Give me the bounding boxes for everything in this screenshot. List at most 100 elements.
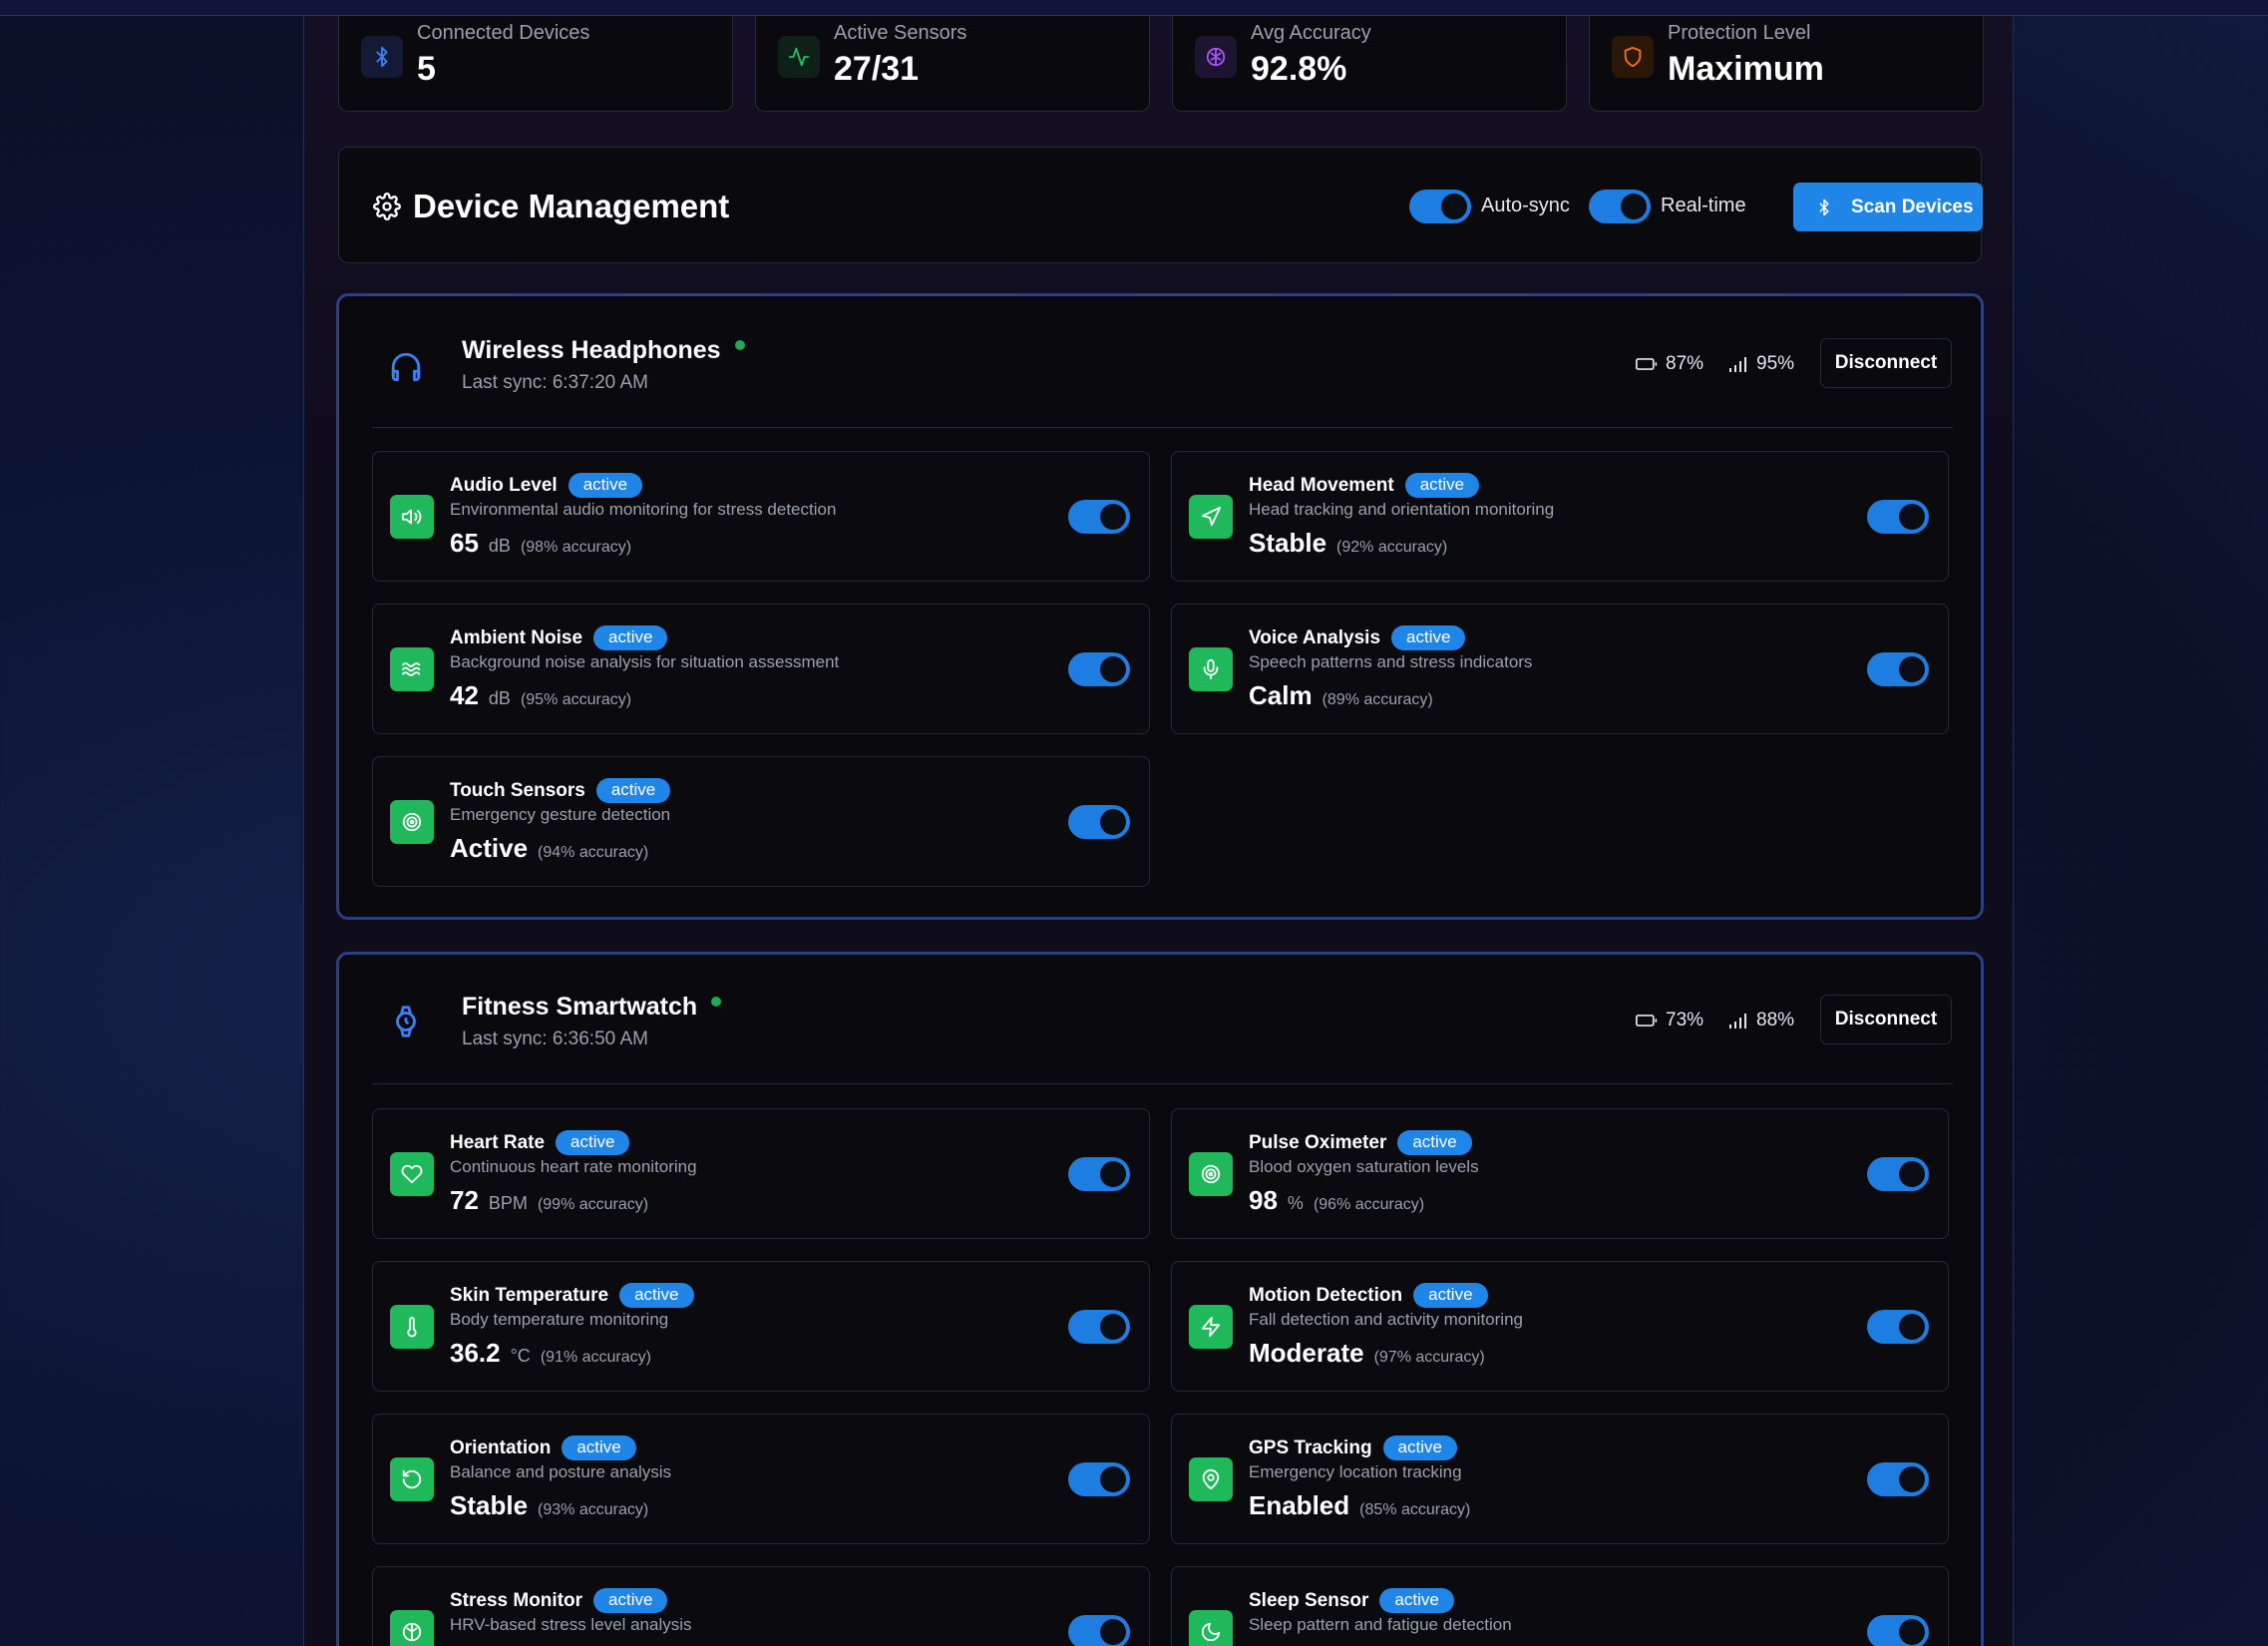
stat-value: 5: [417, 50, 436, 88]
sensor-description: Environmental audio monitoring for stres…: [450, 500, 837, 519]
status-badge: active: [1413, 1283, 1488, 1308]
sensor-accuracy: (92% accuracy): [1336, 539, 1448, 556]
bluetooth-icon: [361, 36, 403, 78]
sensor-value: Calm: [1249, 680, 1313, 710]
sensor-value: 36.2: [450, 1338, 501, 1368]
sensor-description: Body temperature monitoring: [450, 1310, 669, 1329]
target-icon: [390, 800, 434, 844]
sensor-toggle[interactable]: [1068, 1615, 1130, 1646]
scan-devices-button[interactable]: Scan Devices: [1793, 183, 1983, 231]
sensor-name: Heart Rate active: [450, 1130, 630, 1155]
sensor-value: 42: [450, 680, 479, 710]
sensor-description: Sleep pattern and fatigue detection: [1249, 1615, 1512, 1634]
sensor-toggle[interactable]: [1867, 1615, 1929, 1646]
sensor-toggle[interactable]: [1867, 1310, 1929, 1344]
sensor-name: Stress Monitor active: [450, 1588, 668, 1613]
sensor-name: Audio Level active: [450, 473, 643, 498]
signal-indicator: 88%: [1728, 1010, 1794, 1031]
device-card-headphones: Wireless Headphones Last sync: 6:37:20 A…: [336, 293, 1984, 920]
activity-icon: [778, 36, 820, 78]
stat-value: 92.8%: [1251, 50, 1347, 88]
sensor-accuracy: (96% accuracy): [1313, 1196, 1425, 1213]
sensor-toggle[interactable]: [1867, 652, 1929, 686]
sensor-card: Touch Sensors active Emergency gesture de…: [372, 756, 1150, 887]
stat-avg-accuracy: Avg Accuracy 92.8%: [1172, 16, 1567, 112]
sensor-card: Stress Monitor active HRV-based stress le…: [372, 1566, 1150, 1646]
status-badge: active: [593, 1588, 668, 1613]
device-name: Wireless Headphones: [462, 336, 745, 365]
navigation-icon: [1189, 495, 1233, 539]
realtime-toggle[interactable]: [1589, 190, 1651, 223]
sensor-name-text: GPS Tracking: [1249, 1437, 1372, 1458]
sensor-accuracy: (95% accuracy): [520, 691, 632, 708]
sensor-accuracy: (98% accuracy): [520, 539, 632, 556]
battery-icon: [1636, 358, 1658, 370]
watch-icon: [396, 1006, 416, 1037]
divider: [372, 1083, 1953, 1084]
stat-value: Maximum: [1668, 50, 1824, 88]
sensor-toggle[interactable]: [1867, 1462, 1929, 1496]
status-badge: active: [562, 1436, 636, 1460]
sensor-card: Ambient Noise active Background noise ana…: [372, 604, 1150, 734]
sensor-name-text: Skin Temperature: [450, 1284, 609, 1306]
auto-sync-toggle[interactable]: [1409, 190, 1471, 223]
status-badge: active: [556, 1130, 630, 1155]
sensor-accuracy: (99% accuracy): [537, 1196, 649, 1213]
shield-icon: [1612, 36, 1654, 78]
sensor-toggle[interactable]: [1867, 500, 1929, 534]
thermometer-icon: [390, 1305, 434, 1349]
rotate-icon: [390, 1457, 434, 1501]
sensor-name: Ambient Noise active: [450, 625, 668, 650]
sensor-toggle[interactable]: [1068, 1310, 1130, 1344]
sensor-reading: Stable (92% accuracy): [1249, 528, 1447, 559]
brain-icon: [390, 1610, 434, 1646]
sensor-toggle[interactable]: [1068, 652, 1130, 686]
realtime-label: Real-time: [1661, 195, 1746, 216]
sensor-reading: Calm (89% accuracy): [1249, 680, 1433, 711]
disconnect-button[interactable]: Disconnect: [1820, 338, 1952, 388]
sensor-description: Continuous heart rate monitoring: [450, 1157, 697, 1176]
sensor-name-text: Pulse Oximeter: [1249, 1131, 1387, 1153]
device-last-sync: Last sync: 6:37:20 AM: [462, 372, 648, 393]
sensor-card: Head Movement active Head tracking and or…: [1171, 451, 1949, 582]
status-badge: active: [1379, 1588, 1454, 1613]
device-name-text: Wireless Headphones: [462, 336, 721, 364]
signal-value: 95%: [1756, 353, 1795, 374]
disconnect-button[interactable]: Disconnect: [1820, 995, 1952, 1044]
device-name-text: Fitness Smartwatch: [462, 993, 698, 1021]
sensor-toggle[interactable]: [1068, 1462, 1130, 1496]
sensor-accuracy: (91% accuracy): [540, 1349, 651, 1366]
sensor-unit: %: [1287, 1193, 1304, 1213]
stat-value: 27/31: [834, 50, 920, 88]
sensor-value: Moderate: [1249, 1338, 1364, 1368]
stat-label: Connected Devices: [417, 22, 590, 44]
sensor-toggle[interactable]: [1068, 1157, 1130, 1191]
sensor-name: Skin Temperature active: [450, 1283, 694, 1308]
device-management-bar: Device Management Auto-sync Real-time Sc…: [338, 147, 1983, 263]
sensor-name: Orientation active: [450, 1436, 636, 1460]
section-title: Device Management: [413, 188, 730, 224]
sensor-card: Voice Analysis active Speech patterns and…: [1171, 604, 1949, 734]
sensor-unit: BPM: [488, 1193, 528, 1213]
sensor-description: Emergency gesture detection: [450, 805, 671, 824]
sensor-toggle[interactable]: [1068, 805, 1130, 839]
status-badge: active: [619, 1283, 694, 1308]
sensor-name-text: Head Movement: [1249, 474, 1394, 496]
heart-icon: [390, 1152, 434, 1196]
battery-indicator: 87%: [1636, 353, 1703, 375]
microphone-icon: [1189, 647, 1233, 691]
volume-icon: [390, 495, 434, 539]
sensor-unit: dB: [488, 536, 511, 556]
sensor-reading: 72 BPM (99% accuracy): [450, 1185, 648, 1216]
sensor-toggle[interactable]: [1068, 500, 1130, 534]
status-badge: active: [567, 473, 643, 498]
status-badge: active: [1397, 1130, 1472, 1155]
sensor-card: Motion Detection active Fall detection an…: [1171, 1261, 1949, 1392]
sensor-toggle[interactable]: [1867, 1157, 1929, 1191]
sensor-description: Emergency location tracking: [1249, 1462, 1462, 1481]
status-badge: active: [593, 625, 668, 650]
sensor-name-text: Orientation: [450, 1437, 552, 1458]
auto-sync-label: Auto-sync: [1481, 195, 1570, 216]
divider: [372, 427, 1953, 428]
stat-protection-level: Protection Level Maximum: [1589, 16, 1984, 112]
